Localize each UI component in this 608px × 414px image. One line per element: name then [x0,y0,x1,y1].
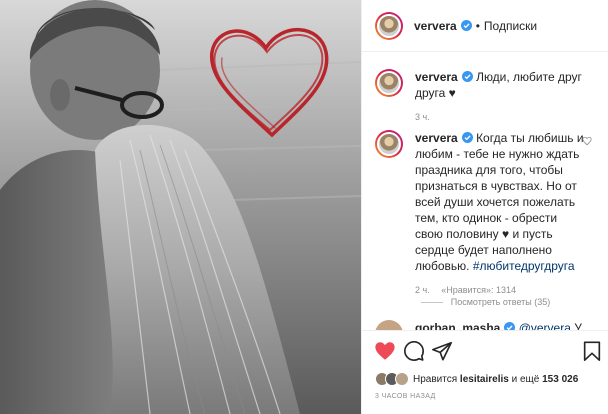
verified-badge-icon [504,322,516,330]
bookmark-icon[interactable] [581,340,603,362]
post-actions-bar [362,330,608,362]
post-header: ververa • Подписки [362,0,608,52]
likes-user[interactable]: lesitairelis [460,374,509,385]
verified-badge-icon [461,71,473,82]
comment-avatar[interactable] [375,130,403,158]
verified-badge-icon [460,20,472,31]
post-photo[interactable] [0,0,361,414]
author-username[interactable]: ververa [414,19,457,33]
comment-hashtag[interactable]: #любитедругдруга [473,259,575,273]
view-replies-label: Посмотреть ответы (35) [450,297,551,307]
comment-text: Когда ты любишь и любим - тебе не нужно … [415,131,584,273]
likes-summary[interactable]: Нравится lesitairelis и ещё 153 026 [375,370,605,388]
comments-list[interactable]: ververa Люди, любите друг друга ♥ 3 ч. v… [362,53,608,314]
comment2-username[interactable]: gorban_masha [415,321,500,330]
caption-time[interactable]: 3 ч. [415,112,430,122]
comment-item-2: gorban_masha @ververa У [375,320,600,330]
likes-prefix: Нравится [413,373,458,385]
couple-photo-image [0,0,361,414]
caption-username[interactable]: ververa [415,70,458,84]
comment2-mention[interactable]: @ververa [519,321,571,330]
header-separator: • [475,18,480,33]
like-heart-icon[interactable] [374,340,396,362]
author-avatar[interactable] [375,11,403,40]
liker-avatar [395,372,409,386]
post-side-panel: ververa • Подписки ververa Люди, любите … [361,0,608,414]
comment2-avatar[interactable] [375,320,403,330]
comment-time[interactable]: 2 ч. [415,285,430,295]
post-timestamp[interactable]: 3 ЧАСОВ НАЗАД [375,393,436,400]
comment-icon[interactable] [403,340,425,362]
comment-likes-count[interactable]: «Нравится»: 1314 [441,285,516,295]
comment2-text: У [574,321,582,330]
verified-badge-icon [461,132,473,143]
following-button[interactable]: Подписки [484,19,537,33]
likes-count[interactable]: 153 026 [542,374,578,385]
comment-username[interactable]: ververa [415,131,458,145]
caption-avatar[interactable] [375,69,403,97]
likes-middle: и ещё [511,373,540,385]
comment-like-icon[interactable] [582,136,592,146]
share-icon[interactable] [431,340,453,362]
view-replies-button[interactable]: Посмотреть ответы (35) [362,297,608,307]
